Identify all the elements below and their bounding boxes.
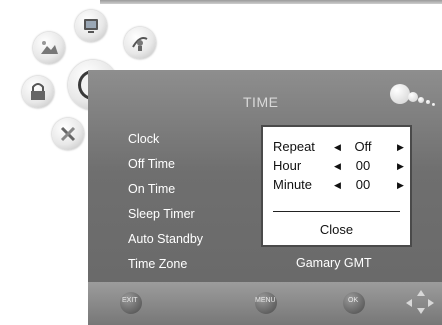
dpad-icon bbox=[406, 290, 436, 316]
menu-item-auto-standby[interactable]: Auto Standby bbox=[128, 232, 203, 246]
bottom-button-bar: EXIT MENU OK bbox=[88, 282, 442, 325]
right-arrow-icon[interactable]: ▶ bbox=[397, 158, 404, 174]
right-arrow-icon[interactable]: ▶ bbox=[397, 139, 404, 155]
menu-item-clock[interactable]: Clock bbox=[128, 132, 159, 146]
minute-value: 00 bbox=[355, 177, 371, 192]
satellite-icon[interactable] bbox=[124, 27, 156, 59]
minute-label: Minute bbox=[273, 177, 313, 192]
left-arrow-icon[interactable]: ◀ bbox=[334, 177, 341, 193]
menu-label: MENU bbox=[255, 297, 276, 304]
repeat-value: Off bbox=[354, 139, 372, 154]
close-button[interactable]: Close bbox=[263, 222, 410, 237]
menu-item-off-time[interactable]: Off Time bbox=[128, 157, 175, 171]
hour-value: 00 bbox=[355, 158, 371, 173]
page-title: TIME bbox=[243, 94, 279, 110]
menu-item-on-time[interactable]: On Time bbox=[128, 182, 175, 196]
picture-icon[interactable] bbox=[33, 32, 65, 64]
lock-icon[interactable] bbox=[22, 76, 54, 108]
tv-icon[interactable] bbox=[75, 10, 107, 42]
right-arrow-icon[interactable]: ▶ bbox=[397, 177, 404, 193]
repeat-label: Repeat bbox=[273, 139, 315, 154]
left-arrow-icon[interactable]: ◀ bbox=[334, 158, 341, 174]
top-strip bbox=[100, 0, 442, 4]
time-zone-value: Gamary GMT bbox=[296, 256, 372, 270]
popup-divider bbox=[273, 211, 400, 212]
hour-label: Hour bbox=[273, 158, 302, 173]
left-arrow-icon[interactable]: ◀ bbox=[334, 139, 341, 155]
exit-label: EXIT bbox=[122, 297, 138, 304]
tools-icon[interactable] bbox=[52, 118, 84, 150]
bubbles-decoration bbox=[388, 78, 442, 114]
menu-item-sleep-timer[interactable]: Sleep Timer bbox=[128, 207, 195, 221]
menu-item-time-zone[interactable]: Time Zone bbox=[128, 257, 187, 271]
ok-label: OK bbox=[348, 297, 359, 304]
time-setting-popup: Repeat ◀ Off ▶ Hour ◀ 00 ▶ Minute ◀ 00 ▶… bbox=[261, 125, 412, 247]
